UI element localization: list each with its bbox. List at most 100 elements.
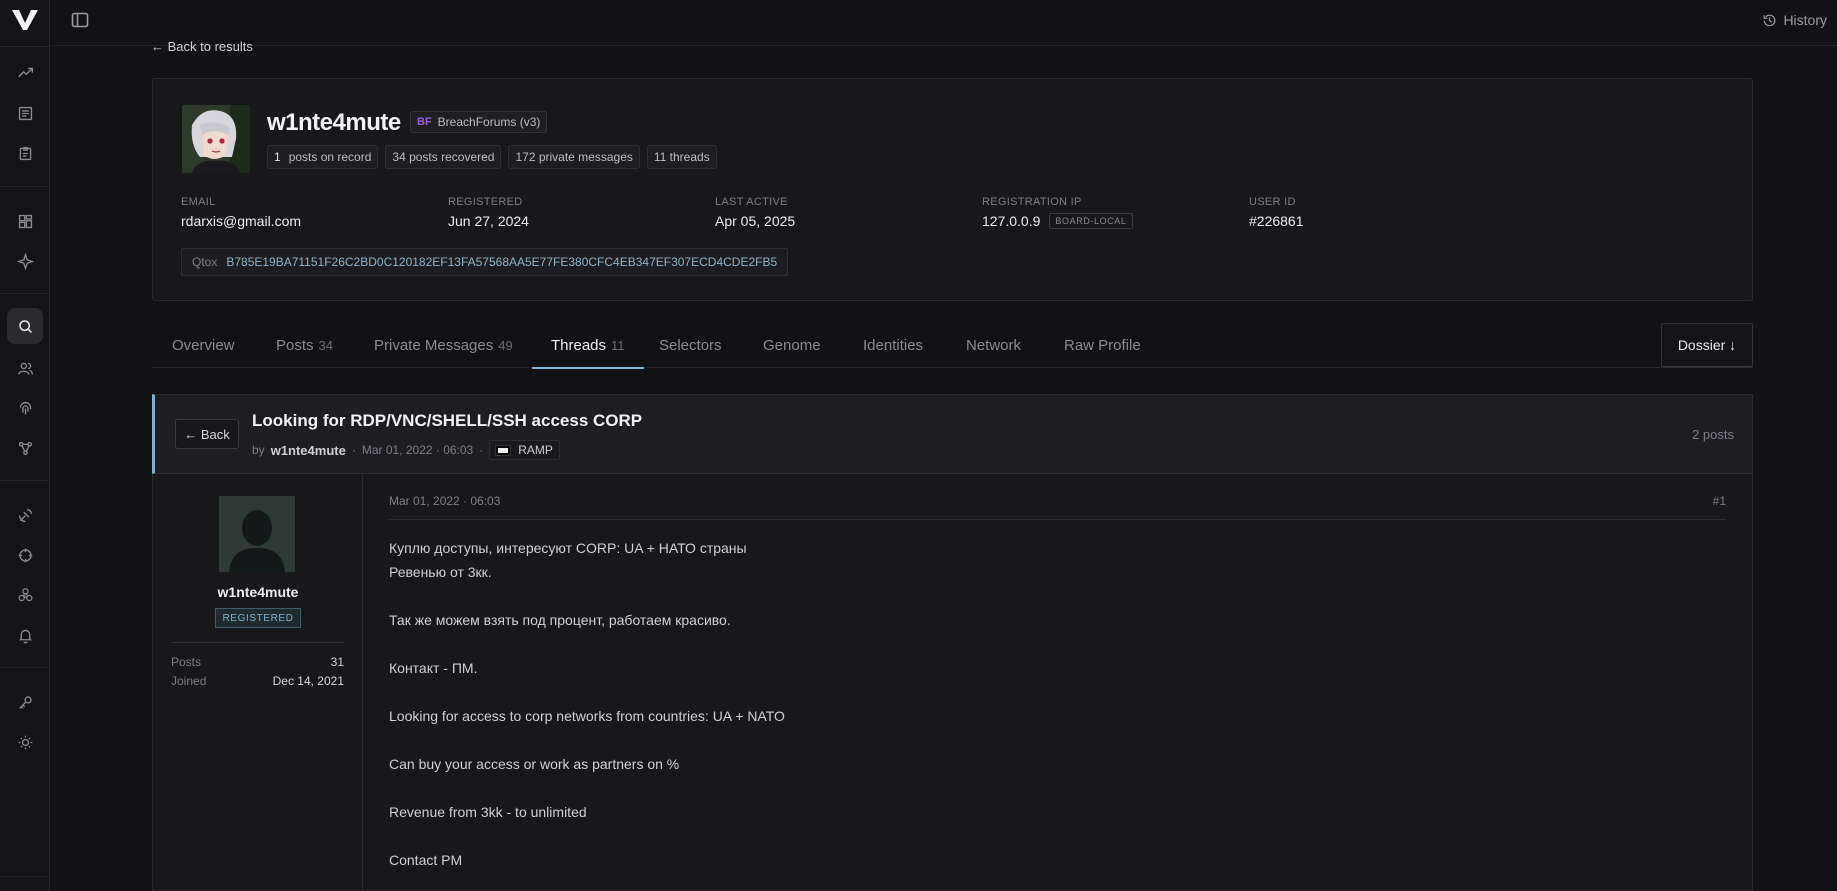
default-avatar-icon (219, 496, 295, 572)
thread-by-label: by (252, 443, 265, 457)
post-author-rank: REGISTERED (215, 608, 301, 628)
sparkle-icon[interactable] (13, 249, 37, 273)
newspaper-icon[interactable] (13, 101, 37, 125)
fingerprint-icon[interactable] (13, 396, 37, 420)
history-button[interactable]: History (1762, 10, 1827, 30)
author-joined-row: Joined Dec 14, 2021 (171, 674, 344, 688)
tab-genome[interactable]: Genome (763, 322, 821, 368)
sidebar-toggle-icon[interactable] (70, 10, 90, 30)
rail-divider (0, 480, 50, 481)
forum-badge-label: BreachForums (v3) (437, 115, 541, 129)
top-bar: History (50, 0, 1837, 46)
post-line (389, 728, 785, 752)
tab-network[interactable]: Network (966, 322, 1021, 368)
last-active-label: LAST ACTIVE (715, 196, 788, 208)
meta-separator: · (351, 443, 356, 457)
biohazard-icon[interactable] (13, 583, 37, 607)
profile-username: w1nte4mute (267, 109, 401, 136)
tab-identities[interactable]: Identities (863, 322, 923, 368)
network-graph-icon[interactable] (13, 436, 37, 460)
post-line (389, 632, 785, 656)
post-author-name[interactable]: w1nte4mute (153, 584, 363, 600)
post-line (389, 824, 785, 848)
history-label: History (1783, 12, 1827, 28)
users-icon[interactable] (13, 356, 37, 380)
email-field: EMAIL rdarxis@gmail.com (181, 196, 301, 229)
qtox-label: Qtox (192, 255, 218, 269)
thread-post-count: 2 posts (1692, 427, 1734, 442)
forum-badge-abbr: BF (417, 116, 432, 128)
post-divider (389, 519, 1726, 520)
chip-threads: 11 threads (646, 145, 717, 169)
qtox-value: B785E19BA71151F26C2BD0C120182EF13FA57568… (226, 255, 778, 269)
author-joined-label: Joined (171, 674, 207, 688)
post-date: Mar 01, 2022 · 06:03 (389, 494, 501, 508)
post-line: Can buy your access or work as partners … (389, 756, 680, 772)
post-line: Куплю доступы, интересуют CORP: UA + НАТ… (389, 540, 747, 556)
thread-header: ← Back Looking for RDP/VNC/SHELL/SSH acc… (152, 394, 1753, 474)
bell-icon[interactable] (13, 623, 37, 647)
search-icon[interactable] (13, 314, 37, 338)
author-panel-divider (171, 642, 344, 643)
back-to-results-link[interactable]: ← Back to results (151, 39, 253, 54)
post-line: Ревенью от 3кк. (389, 564, 492, 580)
forum-badge: BF BreachForums (v3) (410, 111, 548, 133)
thread-meta: by w1nte4mute · Mar 01, 2022 · 06:03 · R… (252, 440, 560, 460)
post-content: Куплю доступы, интересуют CORP: UA + НАТ… (389, 536, 785, 872)
author-posts-row: Posts 31 (171, 655, 344, 669)
thread-title: Looking for RDP/VNC/SHELL/SSH access COR… (252, 411, 643, 430)
registration-ip-field: REGISTRATION IP 127.0.0.9 BOARD-LOCAL (982, 196, 1133, 229)
thread-author[interactable]: w1nte4mute (271, 443, 346, 458)
thread-date: Mar 01, 2022 · 06:03 (361, 443, 474, 457)
tab-private-messages[interactable]: Private Messages 49 (374, 322, 513, 368)
post-number-link[interactable]: #1 (1713, 494, 1726, 508)
registered-field: REGISTERED Jun 27, 2024 (448, 196, 529, 229)
post-line: Contact PM (389, 852, 463, 868)
dossier-button[interactable]: Dossier ↓ (1661, 323, 1753, 367)
rail-divider (0, 667, 50, 668)
post-line (389, 776, 785, 800)
history-icon (1764, 14, 1776, 26)
post-line: Looking for access to corp networks from… (389, 708, 785, 724)
post-line: Revenue from 3kk - to unlimited (389, 804, 587, 820)
profile-stats-chips: 1 posts on record 34 posts recovered 172 … (267, 145, 717, 169)
board-local-tag: BOARD-LOCAL (1049, 213, 1133, 229)
tab-threads[interactable]: Threads 11 (532, 322, 643, 369)
email-label: EMAIL (181, 196, 216, 208)
chip-posts-recovered: 34 posts recovered (385, 145, 502, 169)
post-line (389, 680, 785, 704)
post-author-panel: w1nte4mute REGISTERED Posts 31 Joined De… (153, 474, 363, 891)
author-posts-label: Posts (171, 655, 202, 669)
tab-overview[interactable]: Overview (172, 322, 235, 368)
trending-icon[interactable] (13, 61, 37, 85)
rail-divider (0, 876, 50, 877)
profile-card: w1nte4mute BF BreachForums (v3) 1 posts o… (152, 78, 1753, 301)
post-line: Так же можем взять под процент, работаем… (389, 612, 731, 628)
user-avatar (182, 105, 250, 173)
qtox-selector[interactable]: Qtox B785E19BA71151F26C2BD0C120182EF13FA… (181, 248, 789, 276)
author-joined-value: Dec 14, 2021 (272, 674, 344, 688)
tab-selectors[interactable]: Selectors (659, 322, 722, 368)
tab-raw-profile[interactable]: Raw Profile (1064, 322, 1141, 368)
last-active-field: LAST ACTIVE Apr 05, 2025 (715, 196, 795, 229)
tab-posts[interactable]: Posts 34 (276, 322, 333, 368)
key-icon[interactable] (13, 690, 37, 714)
crosshair-icon[interactable] (13, 543, 37, 567)
source-forum-badge: RAMP (489, 440, 560, 460)
thread-back-button[interactable]: ← Back (175, 419, 239, 449)
user-id-field: USER ID #226861 (1249, 196, 1304, 229)
profile-tabs: Overview Posts 34 Private Messages 49 Thre… (152, 322, 1753, 369)
registered-label: REGISTERED (448, 196, 523, 208)
author-posts-value: 31 (330, 655, 344, 669)
dashboard-icon[interactable] (13, 209, 37, 233)
clipboard-icon[interactable] (13, 141, 37, 165)
rail-divider (0, 186, 50, 187)
registration-ip-value: 127.0.0.9 BOARD-LOCAL (982, 213, 1133, 229)
rail-divider (0, 46, 50, 47)
registered-value: Jun 27, 2024 (448, 213, 529, 229)
app-logo-icon[interactable] (11, 8, 39, 32)
registration-ip: 127.0.0.9 (982, 213, 1041, 229)
last-active-value: Apr 05, 2025 (715, 213, 796, 229)
theme-sun-icon[interactable] (13, 730, 37, 754)
satellite-icon[interactable] (13, 503, 37, 527)
